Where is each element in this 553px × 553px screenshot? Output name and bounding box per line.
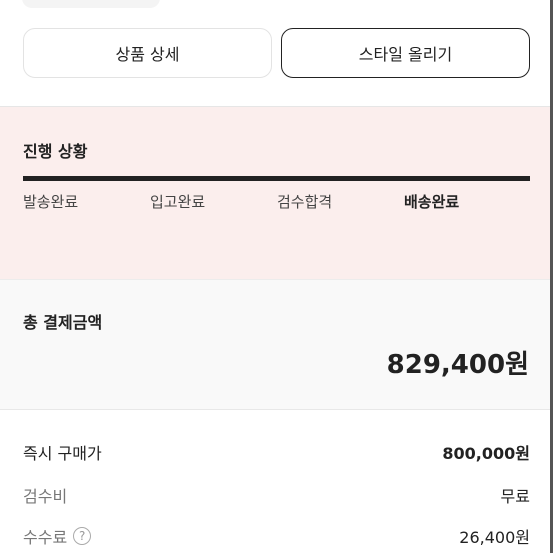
progress-title: 진행 상황: [23, 142, 88, 161]
product-detail-button[interactable]: 상품 상세: [23, 28, 272, 78]
inspection-fee-value: 무료: [500, 487, 530, 506]
instant-buy-price-label: 즉시 구매가: [23, 444, 102, 463]
product-detail-label: 상품 상세: [115, 45, 180, 64]
instant-buy-price-value: 800,000원: [442, 444, 530, 463]
progress-step-shipped: 발송완료: [23, 193, 79, 211]
progress-step-received: 입고완료: [150, 193, 206, 211]
progress-step-delivered: 배송완료: [404, 193, 460, 211]
post-style-label: 스타일 올리기: [358, 45, 453, 64]
total-payment-value: 829,400원: [386, 350, 529, 380]
total-payment-section: 총 결제금액 829,400원: [0, 279, 553, 410]
top-button-partial: [22, 0, 160, 8]
progress-section: 진행 상황 발송완료 입고완료 검수합격 배송완료: [0, 107, 553, 279]
commission-value: 26,400원: [459, 528, 530, 547]
total-payment-label: 총 결제금액: [23, 313, 103, 332]
inspection-fee-label: 검수비: [23, 487, 68, 506]
progress-step-inspection-passed: 검수합격: [277, 193, 333, 211]
commission-label: 수수료: [23, 528, 68, 547]
commission-row-label: 수수료 ?: [23, 524, 92, 548]
progress-bar: [23, 176, 530, 181]
post-style-button[interactable]: 스타일 올리기: [281, 28, 530, 78]
help-icon[interactable]: ?: [73, 527, 92, 545]
